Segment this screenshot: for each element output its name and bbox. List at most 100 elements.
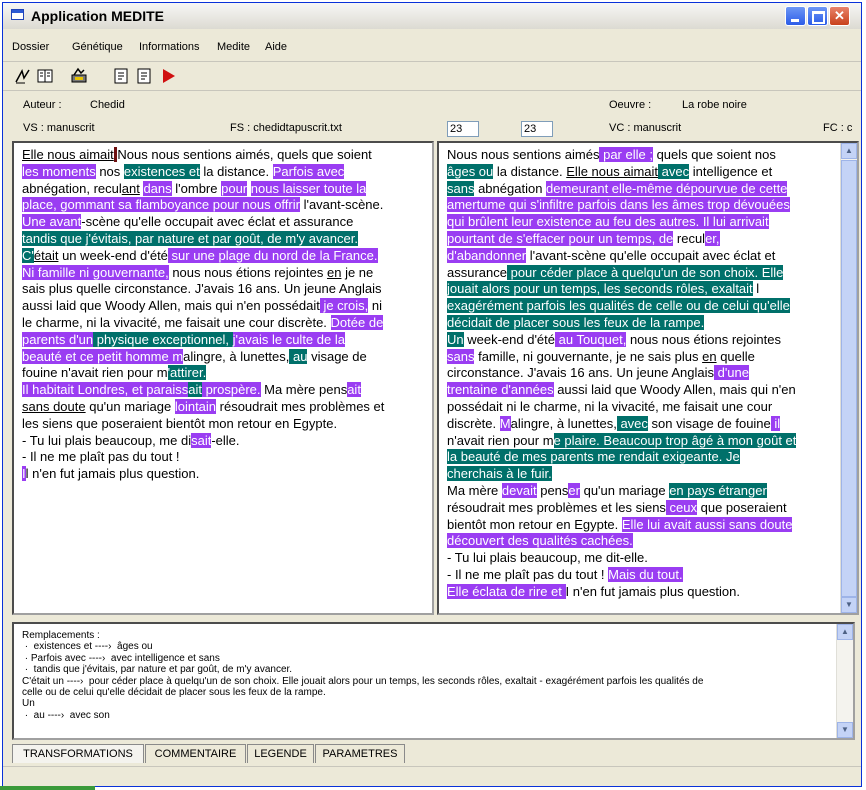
text-line: - Tu lui plais beaucoup, me disait-elle. [22, 432, 384, 450]
menu-medite[interactable]: Medite [217, 41, 250, 53]
source-file: FS : chedidtapuscrit.txt [230, 122, 342, 134]
text-segment: résoudrait mes problèmes et [216, 398, 385, 414]
minimize-button[interactable] [785, 6, 806, 26]
left-text-pane[interactable]: Elle nous aimait Nous nous sentions aimé… [12, 141, 434, 615]
right-scrollbar[interactable]: ▲ ▼ [840, 143, 857, 613]
text-line: décidait de placer sous les feux de la r… [447, 314, 796, 332]
tab-commentaire[interactable]: COMMENTAIRE [145, 744, 246, 763]
text-segment: Ma mère [447, 482, 502, 498]
text-line: beauté et ce petit homme malingre, à lun… [22, 348, 384, 366]
maximize-button[interactable] [807, 6, 828, 26]
text-line: la beauté de mes parents me rendait exig… [447, 449, 796, 466]
text-line: sais plus quelle circonstance. J'avais 1… [22, 281, 384, 298]
menu-genetique[interactable]: Génétique [72, 41, 123, 53]
scroll-thumb[interactable] [841, 160, 857, 597]
menu-informations[interactable]: Informations [139, 41, 200, 53]
text-line: exagérément parfois les qualités de cell… [447, 298, 796, 315]
scroll-up-icon[interactable]: ▲ [837, 624, 853, 640]
text-segment: n'en fut jamais plus question. [569, 583, 741, 599]
text-segment: nous nous étions rejointes [168, 264, 327, 280]
insertion-segment: ait [347, 382, 361, 398]
tab-legende[interactable]: LEGENDE [247, 744, 314, 763]
insertion-segment: amertume qui s'infiltre parfois dans les… [447, 197, 790, 213]
text-line: Ni famille ni gouvernante, nous nous éti… [22, 264, 384, 282]
text-segment: visage de [307, 348, 367, 364]
menu-dossier[interactable]: Dossier [12, 41, 49, 53]
text-line: le charme, ni la vivacité, me faisait un… [22, 314, 384, 332]
tab-parametres[interactable]: PARAMETRES [315, 744, 405, 763]
text-segment: - Tu lui plais beaucoup, me dit-elle. [447, 550, 648, 566]
text-line: tandis que j'évitais, par nature et par … [22, 230, 384, 248]
insertion-segment: Elle éclata de rire et [447, 583, 566, 599]
bottom-scrollbar[interactable]: ▲ ▼ [836, 624, 853, 738]
insertion-segment: M [499, 415, 511, 431]
insertion-segment: j'avais le culte de la [232, 331, 345, 347]
moved-segment: âges ou [447, 163, 494, 179]
text-line: - Il ne me plaît pas du tout ! [22, 449, 384, 466]
close-button[interactable]: ✕ [829, 6, 850, 26]
insertion-segment: découvert des qualités cachées. [447, 533, 633, 549]
text-segment: les siens que poseraient bientôt mon ret… [22, 415, 338, 431]
scroll-down-icon[interactable]: ▼ [837, 722, 853, 738]
text-segment: Nous nous sentions aimés [447, 147, 600, 162]
text-line: jouait alors pour un temps, les seconds … [447, 281, 796, 298]
text-line: les siens que poseraient bientôt mon ret… [22, 416, 384, 433]
left-offset-input[interactable]: 23 [447, 121, 479, 137]
text-line: parents d'un physique exceptionnel, j'av… [22, 331, 384, 349]
text-line: discrète. Malingre, à lunettes, avec son… [447, 415, 796, 433]
book-icon[interactable] [35, 66, 55, 86]
wrench-icon[interactable] [69, 66, 89, 86]
window-title: Application MEDITE [31, 8, 164, 24]
text-segment: je ne sais plus [612, 348, 703, 364]
moved-segment: tandis que j'évitais, par nature et par … [22, 230, 358, 246]
text-line: Un week-end d'été au Touquet, nous nous … [447, 331, 796, 349]
menu-bar: Dossier Génétique Informations Medite Ai… [3, 39, 861, 57]
text-line: Il n'en fut jamais plus question. [22, 466, 384, 483]
application-window: Application MEDITE ✕ Dossier Génétique I… [2, 2, 862, 787]
text-segment: ant [121, 180, 140, 196]
text-segment: l'avant-scène qu'elle occupait avec écla… [526, 247, 776, 263]
insertion-segment: qui brûlent leur existence au feu des au… [447, 214, 769, 230]
author-label: Auteur : [23, 99, 62, 111]
moved-segment: physique exceptionnel, [93, 331, 233, 347]
text-line: sans famille, ni gouvernante, je ne sais… [447, 348, 796, 366]
right-text-pane[interactable]: Nous nous sentions aimés par elle ; quel… [437, 141, 859, 615]
moved-segment: e plaire. Beaucoup trop âgé à mon goût e… [553, 432, 797, 448]
menu-aide[interactable]: Aide [265, 41, 287, 53]
text-line: âges ou la distance. Elle nous aimait av… [447, 163, 796, 181]
text-line: fouine n'avait rien pour m'attirer. [22, 365, 384, 382]
insertion-segment: sans [447, 348, 475, 364]
scroll-up-icon[interactable]: ▲ [841, 143, 857, 159]
right-offset-input[interactable]: 23 [521, 121, 553, 137]
text-segment: qu'un mariage [579, 482, 670, 498]
text-segment: circonstance. J'avais 16 ans. Un jeune A… [447, 365, 714, 381]
text-segment: - Il ne me plaît pas du tout ! [447, 566, 609, 582]
insertion-segment: les moments [22, 163, 96, 179]
align-icon[interactable] [13, 66, 33, 86]
insertion-segment: je crois, [319, 298, 369, 314]
moved-segment: cherchais à le fuir. [447, 466, 552, 482]
insertion-segment: dans [143, 180, 172, 196]
text-line: trentaine d'années aussi laid que Woody … [447, 382, 796, 399]
document-a-icon[interactable] [111, 66, 131, 86]
compared-file: FC : c [823, 122, 853, 134]
text-line: les moments nos existences et la distanc… [22, 163, 384, 181]
text-segment: week-end d'été [463, 331, 555, 347]
replacements-pane[interactable]: Remplacements : · existences et ----› âg… [12, 622, 855, 740]
document-b-icon[interactable] [134, 66, 154, 86]
tab-transformations[interactable]: TRANSFORMATIONS [12, 744, 144, 763]
text-segment: - Il ne me plaît pas du tout ! [22, 449, 180, 465]
taskbar-strip [0, 786, 95, 790]
insertion-segment: trentaine d'années [447, 382, 554, 398]
text-line: aussi laid que Woody Allen, mais qui n'e… [22, 298, 384, 315]
text-segment: Nous nous sentions aimés, quels que soie… [117, 147, 372, 162]
text-segment: recul [673, 230, 706, 246]
insertion-segment: il [770, 415, 781, 431]
play-icon[interactable] [158, 66, 178, 86]
text-segment: discrète. [447, 415, 500, 431]
moved-segment: au [289, 348, 308, 364]
scroll-down-icon[interactable]: ▼ [841, 597, 857, 613]
insertion-segment: demeurant elle-même dépourvue de cette [546, 180, 788, 196]
text-line: amertume qui s'infiltre parfois dans les… [447, 197, 796, 214]
text-segment: pens [536, 482, 569, 498]
